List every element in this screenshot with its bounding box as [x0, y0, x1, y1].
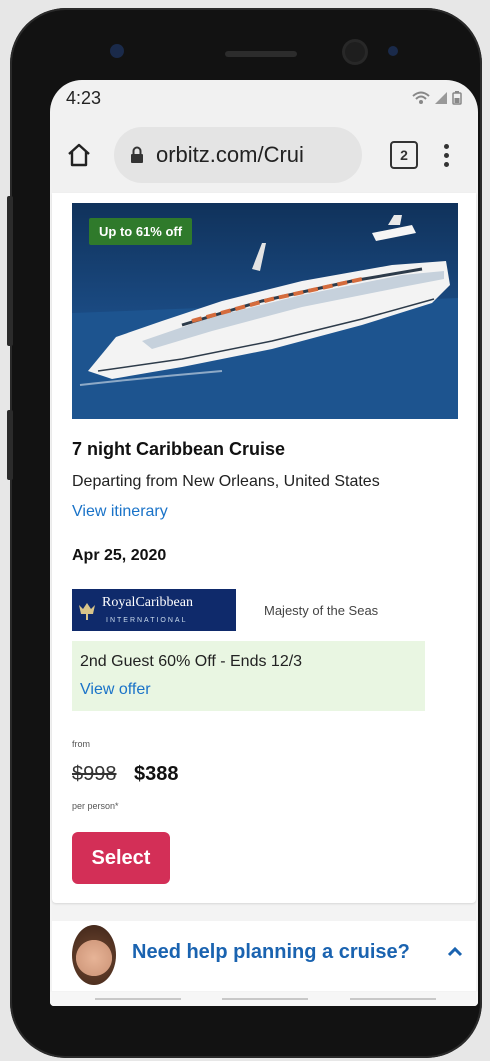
- original-price: $998: [72, 763, 117, 785]
- crown-anchor-icon: [72, 589, 102, 631]
- phone-screen: 4:23 orbitz.com/Crui 2 Up to 61% off 7 n…: [50, 80, 478, 1006]
- menu-dot-icon: [444, 143, 449, 149]
- sale-price: $388: [134, 763, 179, 785]
- more-menu-button[interactable]: [444, 143, 449, 167]
- menu-dot-icon: [444, 152, 449, 158]
- status-time: 4:23: [66, 87, 102, 108]
- sail-date: Apr 25, 2020: [72, 547, 167, 564]
- battery-icon: [452, 91, 462, 105]
- offer-box: 2nd Guest 60% Off - Ends 12/3 View offer: [72, 641, 425, 711]
- home-icon: [68, 143, 90, 167]
- select-button[interactable]: Select: [72, 832, 170, 884]
- url-text: orbitz.com/Crui: [156, 142, 304, 167]
- deal-badge: Up to 61% off: [89, 218, 193, 245]
- view-offer-link[interactable]: View offer: [80, 681, 151, 699]
- sensor: [110, 44, 124, 58]
- earpiece-speaker: [225, 51, 297, 57]
- logo-subtext: INTERNATIONAL: [106, 617, 188, 624]
- cruise-title[interactable]: 7 night Caribbean Cruise: [72, 439, 285, 460]
- home-button[interactable]: [64, 140, 94, 170]
- gesture-bar: [50, 992, 478, 1006]
- royal-caribbean-logo: RoyalCaribbean INTERNATIONAL: [72, 589, 236, 631]
- menu-dot-icon: [444, 161, 449, 167]
- chevron-up-icon[interactable]: [446, 945, 464, 959]
- status-icons: [412, 91, 462, 105]
- gesture-line: [95, 998, 181, 1000]
- sensor: [388, 46, 398, 56]
- logo-text: RoyalCaribbean: [102, 595, 193, 610]
- view-itinerary-link[interactable]: View itinerary: [72, 503, 168, 521]
- address-bar[interactable]: orbitz.com/Crui: [114, 127, 362, 183]
- status-bar: 4:23: [50, 80, 478, 116]
- per-person-label: per person*: [72, 801, 119, 811]
- front-camera: [345, 42, 365, 62]
- cruise-ship-image[interactable]: Up to 61% off: [72, 203, 458, 419]
- power-button: [7, 410, 13, 480]
- tab-switcher-button[interactable]: 2: [390, 141, 418, 169]
- from-label: from: [72, 739, 90, 749]
- browser-toolbar: orbitz.com/Crui 2: [50, 120, 478, 190]
- gesture-line: [222, 998, 308, 1000]
- wifi-icon: [412, 91, 430, 104]
- phone-frame: 4:23 orbitz.com/Crui 2 Up to 61% off 7 n…: [7, 8, 482, 1058]
- cruise-result-card: Up to 61% off 7 night Caribbean Cruise D…: [52, 193, 476, 903]
- lock-icon: [131, 146, 143, 163]
- help-banner[interactable]: Need help planning a cruise?: [52, 921, 476, 991]
- ship-name: Majesty of the Seas: [264, 603, 379, 618]
- page-content: Up to 61% off 7 night Caribbean Cruise D…: [50, 193, 478, 1006]
- gesture-line: [350, 998, 436, 1000]
- volume-button: [7, 196, 13, 346]
- help-text[interactable]: Need help planning a cruise?: [132, 941, 410, 964]
- signal-icon: [435, 92, 447, 104]
- departure-port: Departing from New Orleans, United State…: [72, 473, 380, 490]
- agent-avatar: [72, 925, 116, 985]
- offer-text: 2nd Guest 60% Off - Ends 12/3: [80, 653, 303, 670]
